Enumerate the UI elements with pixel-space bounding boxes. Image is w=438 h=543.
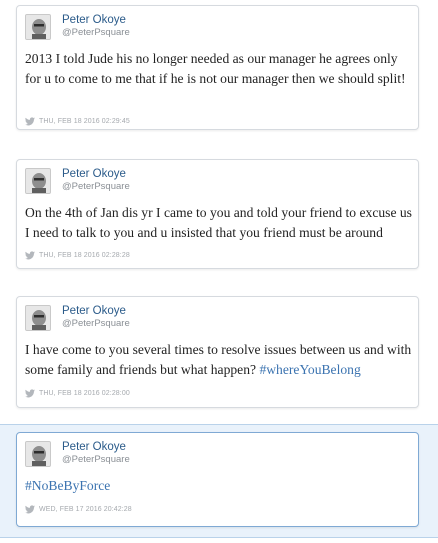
- author-name[interactable]: Peter Okoye: [62, 168, 126, 180]
- tweet-card-highlighted: Peter Okoye @PeterPsquare #NoBeByForce W…: [16, 432, 419, 527]
- hashtag-link[interactable]: #whereYouBelong: [259, 362, 360, 377]
- avatar[interactable]: [25, 305, 51, 331]
- tweet-meta: THU, FEB 18 2016 02:29:45: [25, 117, 130, 126]
- author-handle[interactable]: @PeterPsquare: [62, 181, 130, 192]
- tweet-meta: THU, FEB 18 2016 02:28:00: [25, 389, 130, 398]
- tweet-card: Peter Okoye @PeterPsquare On the 4th of …: [16, 159, 419, 269]
- tweet-timestamp[interactable]: THU, FEB 18 2016 02:28:28: [39, 252, 130, 259]
- author-handle[interactable]: @PeterPsquare: [62, 454, 130, 465]
- twitter-bird-icon: [25, 505, 35, 514]
- twitter-bird-icon: [25, 389, 35, 398]
- twitter-bird-icon: [25, 117, 35, 126]
- avatar[interactable]: [25, 441, 51, 467]
- author-handle[interactable]: @PeterPsquare: [62, 27, 130, 38]
- avatar[interactable]: [25, 168, 51, 194]
- tweet-text-body: 2013 I told Jude his no longer needed as…: [25, 51, 406, 86]
- avatar[interactable]: [25, 14, 51, 40]
- tweet-text: On the 4th of Jan dis yr I came to you a…: [25, 203, 412, 242]
- tweet-card: Peter Okoye @PeterPsquare 2013 I told Ju…: [16, 5, 419, 130]
- twitter-bird-icon: [25, 251, 35, 260]
- tweet-card: Peter Okoye @PeterPsquare I have come to…: [16, 296, 419, 408]
- tweet-text: 2013 I told Jude his no longer needed as…: [25, 49, 412, 88]
- author-handle[interactable]: @PeterPsquare: [62, 318, 130, 329]
- tweet-timestamp[interactable]: WED, FEB 17 2016 20:42:28: [39, 506, 132, 513]
- author-name[interactable]: Peter Okoye: [62, 305, 126, 317]
- tweet-meta: WED, FEB 17 2016 20:42:28: [25, 505, 132, 514]
- tweet-timestamp[interactable]: THU, FEB 18 2016 02:29:45: [39, 118, 130, 125]
- tweet-text: #NoBeByForce: [25, 476, 412, 496]
- tweet-timestamp[interactable]: THU, FEB 18 2016 02:28:00: [39, 390, 130, 397]
- tweet-meta: THU, FEB 18 2016 02:28:28: [25, 251, 130, 260]
- tweet-text: I have come to you several times to reso…: [25, 340, 412, 379]
- author-name[interactable]: Peter Okoye: [62, 14, 126, 26]
- tweet-text-body: On the 4th of Jan dis yr I came to you a…: [25, 205, 412, 240]
- author-name[interactable]: Peter Okoye: [62, 441, 126, 453]
- hashtag-link[interactable]: #NoBeByForce: [25, 478, 110, 493]
